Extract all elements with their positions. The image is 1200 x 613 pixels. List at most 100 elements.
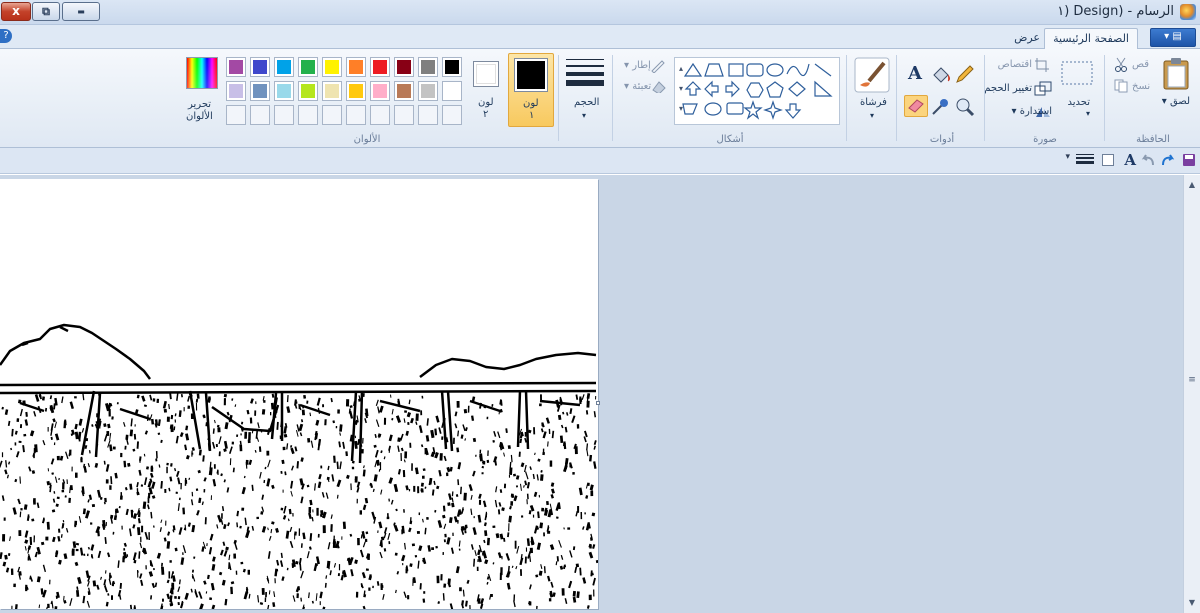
- palette-color-swatch[interactable]: [298, 81, 318, 101]
- fill-icon[interactable]: [650, 79, 666, 93]
- palette-color-swatch[interactable]: [226, 57, 246, 77]
- sketch-speck: [472, 437, 477, 443]
- color2-button[interactable]: لون ٢: [468, 57, 504, 127]
- crop-label[interactable]: اقتصاص: [998, 59, 1032, 70]
- palette-color-swatch[interactable]: [394, 81, 414, 101]
- outline-icon[interactable]: [650, 59, 666, 73]
- canvas-resize-handle-right[interactable]: [596, 401, 600, 405]
- fill-label[interactable]: تعبئة ▾: [624, 81, 651, 92]
- palette-custom-slot[interactable]: [250, 105, 270, 125]
- undo-icon[interactable]: [1140, 153, 1156, 167]
- sketch-speck: [490, 594, 493, 597]
- sketch-speck: [139, 456, 142, 461]
- sketch-speck: [74, 431, 79, 440]
- customize-qat-dropdown-icon[interactable]: ▾: [1065, 152, 1070, 162]
- select-label[interactable]: تحديد: [1067, 97, 1090, 108]
- shapes-gallery-scroll[interactable]: ▴ ▾ ▾: [676, 59, 686, 121]
- palette-custom-slot[interactable]: [442, 105, 462, 125]
- size-label[interactable]: الحجم: [574, 97, 599, 108]
- rotate-label[interactable]: استدارة ▾: [1012, 106, 1052, 117]
- pencil-icon[interactable]: [954, 65, 976, 85]
- palette-color-swatch[interactable]: [442, 81, 462, 101]
- drawing-canvas[interactable]: [0, 179, 599, 613]
- palette-custom-slot[interactable]: [394, 105, 414, 125]
- crop-icon[interactable]: [1034, 57, 1050, 73]
- maximize-button[interactable]: ⧉: [32, 2, 60, 21]
- line-width-icon[interactable]: [1076, 153, 1094, 167]
- sketch-speck: [309, 499, 313, 506]
- palette-color-swatch[interactable]: [250, 57, 270, 77]
- palette-color-swatch[interactable]: [394, 57, 414, 77]
- tab-home[interactable]: الصفحة الرئيسية: [1044, 28, 1138, 50]
- tab-view[interactable]: عرض: [1006, 28, 1048, 50]
- brush-icon[interactable]: [854, 57, 890, 93]
- palette-color-swatch[interactable]: [274, 81, 294, 101]
- color1-button[interactable]: لون ١: [508, 53, 554, 127]
- palette-custom-slot[interactable]: [226, 105, 246, 125]
- sketch-speck: [11, 605, 13, 613]
- brush-label[interactable]: فرشاة: [860, 97, 887, 108]
- palette-color-swatch[interactable]: [226, 81, 246, 101]
- palette-color-swatch[interactable]: [250, 81, 270, 101]
- resize-icon[interactable]: [1034, 81, 1052, 97]
- outline-label[interactable]: إطار ▾: [624, 60, 651, 71]
- palette-color-swatch[interactable]: [322, 57, 342, 77]
- sketch-speck: [372, 488, 375, 493]
- shapes-gallery[interactable]: [674, 57, 840, 125]
- palette-color-swatch[interactable]: [370, 57, 390, 77]
- size-group: الحجم ▾: [560, 53, 610, 146]
- sketch-speck: [404, 410, 408, 413]
- select-icon[interactable]: [1060, 59, 1094, 87]
- sketch-speck: [424, 486, 427, 489]
- select-dropdown-icon[interactable]: ▾: [1086, 109, 1090, 118]
- scissors-icon[interactable]: [1114, 57, 1128, 73]
- palette-color-swatch[interactable]: [322, 81, 342, 101]
- text-icon[interactable]: A: [1124, 151, 1136, 169]
- palette-color-swatch[interactable]: [370, 81, 390, 101]
- text-tool-icon[interactable]: A: [904, 63, 926, 85]
- save-icon[interactable]: [1182, 153, 1196, 167]
- minimize-button[interactable]: ▬: [62, 2, 100, 21]
- swatch-fill: [325, 108, 339, 122]
- brush-dropdown-icon[interactable]: ▾: [870, 111, 874, 120]
- copy-icon[interactable]: [1114, 79, 1128, 93]
- palette-color-swatch[interactable]: [346, 81, 366, 101]
- sketch-speck: [548, 428, 551, 434]
- redo-icon[interactable]: [1160, 153, 1176, 167]
- paste-icon[interactable]: [1160, 57, 1192, 91]
- sketch-speck: [519, 557, 524, 566]
- palette-color-swatch[interactable]: [274, 57, 294, 77]
- size-dropdown-icon[interactable]: ▾: [582, 111, 586, 120]
- sketch-speck: [439, 453, 443, 461]
- scroll-down-icon[interactable]: ▼: [1185, 595, 1199, 611]
- checkbox-icon[interactable]: [1102, 154, 1114, 166]
- color-picker-icon[interactable]: [930, 97, 952, 117]
- paste-label[interactable]: لصق ▾: [1162, 96, 1190, 107]
- palette-color-swatch[interactable]: [418, 57, 438, 77]
- palette-color-swatch[interactable]: [346, 57, 366, 77]
- vertical-scrollbar[interactable]: ▲ ≡ ▼: [1183, 175, 1200, 613]
- help-icon[interactable]: ?: [0, 29, 12, 43]
- size-icon[interactable]: [566, 57, 604, 87]
- close-button[interactable]: x: [1, 2, 31, 21]
- palette-custom-slot[interactable]: [418, 105, 438, 125]
- magnifier-icon[interactable]: [954, 97, 976, 117]
- eraser-tool-button[interactable]: [904, 95, 928, 117]
- scroll-up-icon[interactable]: ▲: [1185, 177, 1199, 193]
- cut-label[interactable]: قص: [1132, 59, 1149, 70]
- app-menu-button[interactable]: ▾ ▤: [1150, 28, 1196, 47]
- palette-custom-slot[interactable]: [346, 105, 366, 125]
- scroll-thumb-grip-icon[interactable]: ≡: [1187, 375, 1197, 385]
- palette-color-swatch[interactable]: [298, 57, 318, 77]
- sketch-speck: [65, 527, 69, 533]
- palette-custom-slot[interactable]: [322, 105, 342, 125]
- edit-colors-button[interactable]: تحرير الألوان: [182, 57, 222, 127]
- palette-custom-slot[interactable]: [274, 105, 294, 125]
- fill-bucket-icon[interactable]: [930, 65, 952, 85]
- resize-label[interactable]: تغيير الحجم: [984, 83, 1032, 94]
- palette-color-swatch[interactable]: [442, 57, 462, 77]
- palette-custom-slot[interactable]: [370, 105, 390, 125]
- palette-color-swatch[interactable]: [418, 81, 438, 101]
- copy-label[interactable]: نسخ: [1132, 81, 1150, 92]
- palette-custom-slot[interactable]: [298, 105, 318, 125]
